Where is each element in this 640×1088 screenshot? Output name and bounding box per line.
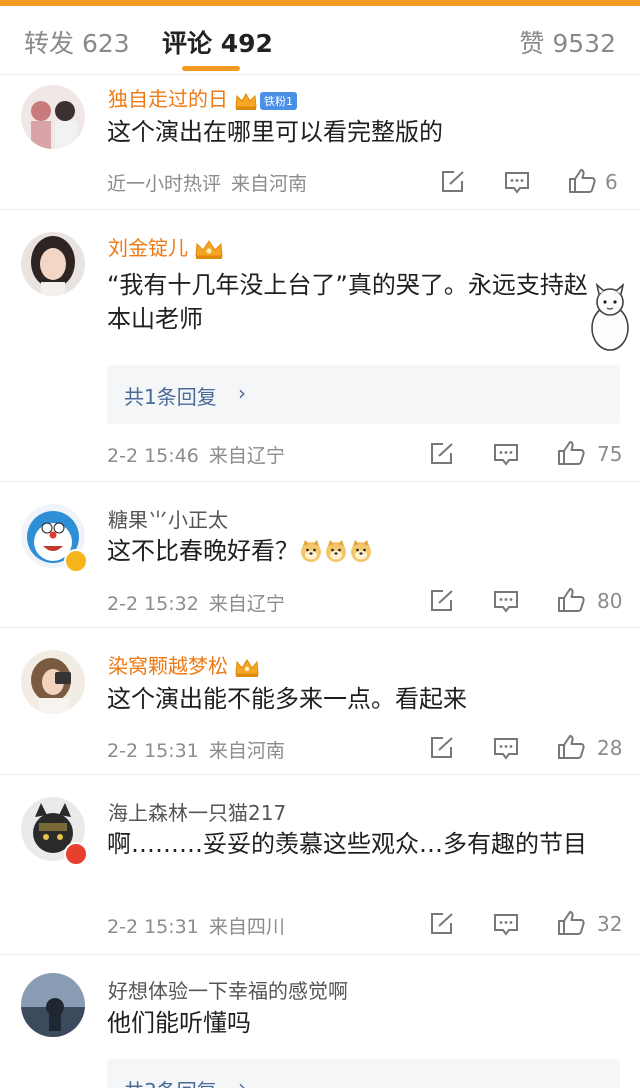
- comment-meta: 2-2 15:46 来自辽宁: [107, 441, 285, 468]
- avatar[interactable]: [21, 650, 85, 714]
- reply-count-link[interactable]: 共1条回复: [124, 381, 217, 410]
- comment-item: 染窝颗越梦松 这个演出能不能多来一点。看起来 2-2 15:31 来自河南 28: [0, 628, 640, 775]
- like-count: 32: [597, 912, 623, 936]
- comment-item: 刘金锭儿 “我有十几年没上台了”真的哭了。永远支持赵本山老师 共1条回复 › 2…: [0, 210, 640, 482]
- comment-time: 近一小时热评: [107, 173, 222, 195]
- tab-likes[interactable]: 赞 9532: [519, 24, 616, 60]
- comment-item: 海上森林一只猫217 啊………妥妥的羡慕这些观众…多有趣的节目 2-2 15:3…: [0, 775, 640, 955]
- doge-emoji: [351, 540, 371, 562]
- cat-sticker-image: [591, 282, 629, 351]
- vip-crown-icon: [235, 92, 257, 110]
- comment-item: 糖果⺌小正太 这不比春晚好看？ 2-2 15:32 来自辽宁 80: [0, 482, 640, 628]
- comment-bubble-icon[interactable]: [493, 589, 519, 613]
- username[interactable]: 刘金锭儿: [108, 232, 224, 261]
- comment-location: 来自四川: [208, 916, 285, 938]
- comment-time: 2-2 15:32: [107, 593, 199, 615]
- like-count: 80: [597, 589, 623, 613]
- share-edit-icon[interactable]: [429, 442, 455, 466]
- verified-badge: [64, 842, 88, 866]
- comment-meta: 2-2 15:31 来自河南: [107, 736, 285, 763]
- comment-meta: 近一小时热评 来自河南: [107, 169, 307, 196]
- tab-comments[interactable]: 评论 492: [162, 24, 273, 60]
- doge-emoji: [301, 540, 321, 562]
- username[interactable]: 好想体验一下幸福的感觉啊: [108, 975, 348, 1004]
- comment-location: 来自辽宁: [208, 593, 285, 615]
- avatar[interactable]: [21, 973, 85, 1037]
- vip-crown-icon: [195, 239, 223, 259]
- like-count: 75: [597, 442, 623, 466]
- comment-location: 来自河南: [231, 173, 308, 195]
- replies-box[interactable]: 共3条回复 ›: [107, 1059, 620, 1088]
- verified-badge: [64, 549, 88, 573]
- comment-text: 这不比春晚好看？: [107, 534, 627, 568]
- share-edit-icon[interactable]: [429, 589, 455, 613]
- avatar[interactable]: [21, 232, 85, 296]
- tab-reposts[interactable]: 转发 623: [24, 24, 130, 60]
- fan-badge: 铁粉1: [260, 91, 297, 110]
- share-edit-icon[interactable]: [429, 912, 455, 936]
- chevron-right-icon: ›: [238, 381, 246, 405]
- username[interactable]: 独自走过的日 铁粉1: [108, 83, 297, 112]
- thumbs-up-icon[interactable]: [557, 734, 585, 760]
- comment-bubble-icon[interactable]: [493, 736, 519, 760]
- chevron-right-icon: ›: [238, 1075, 246, 1088]
- vip-crown-icon: [235, 658, 259, 677]
- like-count: 28: [597, 736, 623, 760]
- like-count: 6: [605, 170, 618, 194]
- comment-meta: 2-2 15:32 来自辽宁: [107, 589, 285, 616]
- tab-active-indicator: [182, 66, 240, 71]
- replies-box[interactable]: 共1条回复 ›: [107, 365, 620, 424]
- doge-emoji: [326, 540, 346, 562]
- tab-bar: 转发 623 评论 492 赞 9532: [0, 6, 640, 75]
- comment-time: 2-2 15:31: [107, 740, 199, 762]
- comment-bubble-icon[interactable]: [504, 170, 530, 194]
- comment-item: 独自走过的日 铁粉1 这个演出在哪里可以看完整版的 近一小时热评 来自河南 6: [0, 75, 640, 210]
- comment-time: 2-2 15:31: [107, 916, 199, 938]
- comment-item: 好想体验一下幸福的感觉啊 他们能听懂吗 共3条回复 ›: [0, 955, 640, 1088]
- comment-bubble-icon[interactable]: [493, 912, 519, 936]
- comment-meta: 2-2 15:31 来自四川: [107, 912, 285, 939]
- username[interactable]: 海上森林一只猫217: [108, 797, 286, 826]
- username[interactable]: 糖果⺌小正太: [108, 504, 228, 533]
- thumbs-up-icon[interactable]: [557, 440, 585, 466]
- comment-text: 啊………妥妥的羡慕这些观众…多有趣的节目: [107, 830, 587, 858]
- comment-location: 来自辽宁: [208, 445, 285, 467]
- comment-text: 这个演出能不能多来一点。看起来: [107, 685, 467, 713]
- reply-count-link[interactable]: 共3条回复: [124, 1075, 217, 1088]
- thumbs-up-icon[interactable]: [568, 168, 596, 194]
- share-edit-icon[interactable]: [429, 736, 455, 760]
- comment-text: “我有十几年没上台了”真的哭了。永远支持赵本山老师: [107, 271, 588, 333]
- avatar[interactable]: [21, 85, 85, 149]
- comment-time: 2-2 15:46: [107, 445, 199, 467]
- username[interactable]: 染窝颗越梦松: [108, 650, 260, 679]
- comment-text: 他们能听懂吗: [107, 1009, 251, 1037]
- comment-text: 这个演出在哪里可以看完整版的: [107, 118, 443, 146]
- thumbs-up-icon[interactable]: [557, 910, 585, 936]
- thumbs-up-icon[interactable]: [557, 587, 585, 613]
- comment-bubble-icon[interactable]: [493, 442, 519, 466]
- share-edit-icon[interactable]: [440, 170, 466, 194]
- comment-location: 来自河南: [208, 740, 285, 762]
